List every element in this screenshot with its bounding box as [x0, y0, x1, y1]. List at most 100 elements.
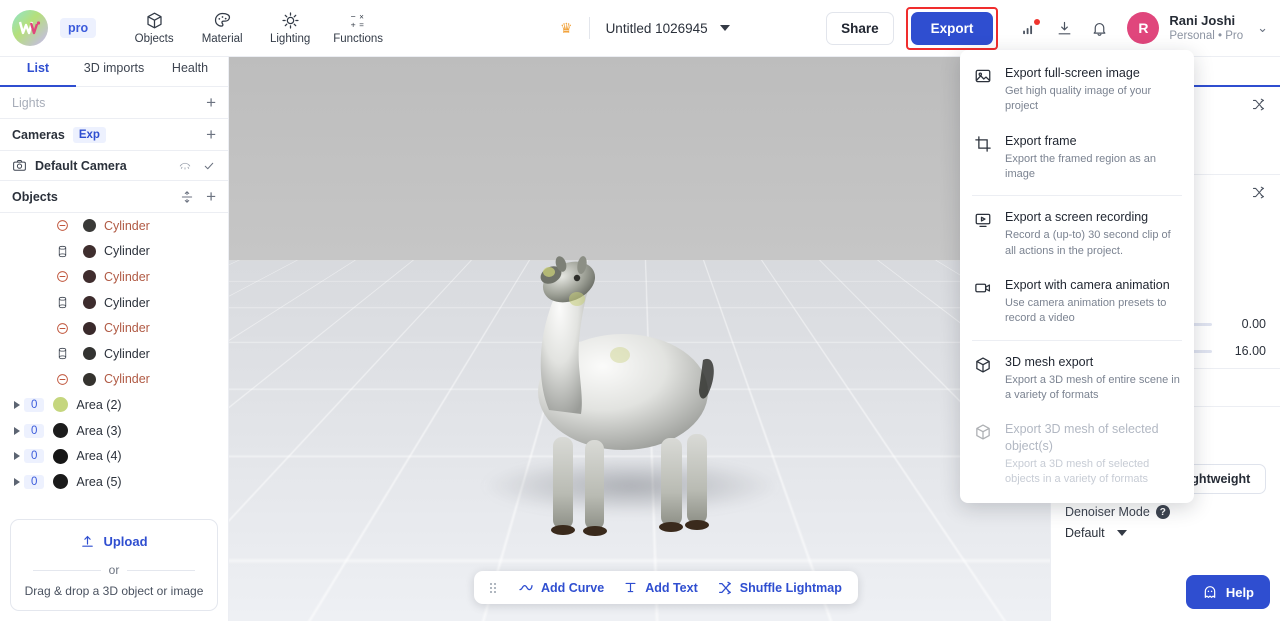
list-item[interactable]: Cylinder	[38, 341, 228, 367]
list-item[interactable]: 0 Area (4)	[0, 443, 228, 469]
eye-hidden-icon	[179, 162, 191, 170]
nav-lighting[interactable]: Lighting	[258, 7, 322, 49]
list-item[interactable]: Cylinder	[38, 315, 228, 341]
add-text-button[interactable]: Add Text	[623, 580, 698, 595]
collapse-all-icon	[181, 190, 193, 203]
add-curve-label: Add Curve	[541, 580, 605, 595]
list-item[interactable]: Cylinder	[38, 290, 228, 316]
app-logo-icon[interactable]	[12, 10, 48, 46]
share-button[interactable]: Share	[826, 11, 894, 45]
object-color-swatch	[83, 219, 96, 233]
default-camera-row[interactable]: Default Camera	[0, 151, 228, 181]
chevron-down-icon[interactable]	[1116, 530, 1127, 536]
area-count-badge: 0	[24, 397, 45, 412]
add-object-button[interactable]: +	[206, 188, 216, 205]
export-button[interactable]: Export	[910, 11, 994, 45]
crop-icon	[974, 133, 993, 183]
tab-list[interactable]: List	[0, 57, 76, 87]
cameras-label: Cameras	[12, 127, 65, 142]
shuffle-lightmap-button[interactable]: Shuffle Lightmap	[717, 580, 842, 596]
cylinder-icon	[50, 296, 74, 309]
expand-arrow-icon[interactable]	[14, 477, 20, 486]
expand-arrow-icon[interactable]	[14, 452, 20, 461]
palette-icon	[214, 12, 230, 27]
menu-item-export-full-screen-image[interactable]: Export full-screen image Get high qualit…	[960, 56, 1194, 124]
object-color-swatch	[83, 347, 96, 361]
export-highlight-box: Export	[905, 6, 999, 50]
slider-value: 16.00	[1234, 344, 1266, 358]
top-nav: Objects Material Lighting − × + = Functi…	[122, 7, 390, 49]
3d-viewport[interactable]: ‹ Add Curve Add Text	[229, 57, 1050, 621]
app-root: pro Objects Material Lighting − × + = Fu…	[0, 0, 1280, 621]
user-name: Rani Joshi	[1169, 12, 1236, 28]
divider	[588, 17, 590, 39]
or-label: or	[108, 563, 120, 577]
menu-item-desc: Export the framed region as an image	[1005, 152, 1157, 180]
object-color-swatch	[83, 296, 96, 310]
area-label: Area (3)	[76, 423, 122, 438]
nav-objects[interactable]: Objects	[122, 7, 186, 49]
user-menu-chevron-down-icon[interactable]: ⌄	[1257, 20, 1268, 36]
menu-item-title: Export 3D mesh of selected object(s)	[1005, 422, 1159, 454]
list-item[interactable]: Cylinder	[38, 239, 228, 265]
add-camera-button[interactable]: +	[206, 126, 216, 143]
tab-3d-imports[interactable]: 3D imports	[76, 57, 152, 86]
document-title[interactable]: Untitled 1026945	[606, 21, 708, 36]
warning-minus-icon	[50, 322, 74, 335]
help-button[interactable]: Help	[1185, 575, 1270, 609]
add-light-button[interactable]: +	[206, 94, 216, 111]
user-plan: Personal • Pro	[1169, 29, 1244, 42]
slider-value: 0.00	[1241, 317, 1266, 331]
nav-material[interactable]: Material	[190, 7, 254, 49]
default-camera-label: Default Camera	[35, 158, 127, 173]
menu-item-title: Export a screen recording	[1005, 210, 1149, 225]
cameras-exp-badge[interactable]: Exp	[72, 126, 106, 143]
3d-model-animal[interactable]	[465, 242, 745, 542]
list-item[interactable]: Cylinder	[38, 367, 228, 393]
functions-icon: − × + =	[350, 12, 364, 30]
menu-item-export-screen-recording[interactable]: Export a screen recording Record a (up-t…	[960, 200, 1194, 268]
area-count-badge: 0	[24, 474, 45, 489]
menu-item-title: Export frame	[1005, 133, 1077, 148]
screen-record-icon	[974, 209, 993, 259]
nav-objects-label: Objects	[134, 33, 174, 45]
menu-item-export-with-camera-animation[interactable]: Export with camera animation Use camera …	[960, 268, 1194, 336]
avatar[interactable]: R	[1127, 12, 1160, 44]
upload-dropzone[interactable]: Upload or Drag & drop a 3D object or ima…	[10, 519, 218, 611]
upload-icon	[82, 535, 94, 547]
tab-health[interactable]: Health	[152, 57, 228, 86]
text-icon	[625, 582, 636, 593]
object-color-swatch	[83, 321, 96, 335]
add-curve-button[interactable]: Add Curve	[518, 580, 604, 596]
menu-item-export-3d-mesh-selected: Export 3D mesh of selected object(s) Exp…	[960, 412, 1194, 497]
menu-item-desc: Export a 3D mesh of entire scene in a va…	[1005, 373, 1180, 401]
cube-icon	[974, 354, 993, 404]
list-item[interactable]: Cylinder	[38, 264, 228, 290]
list-item[interactable]: 0 Area (2)	[0, 392, 228, 418]
menu-item-title: 3D mesh export	[1005, 354, 1094, 369]
chevron-down-icon[interactable]	[719, 25, 730, 31]
list-item[interactable]: 0 Area (3)	[0, 418, 228, 444]
expand-arrow-icon[interactable]	[14, 426, 20, 435]
list-item[interactable]: Cylinder	[38, 213, 228, 239]
object-label: Cylinder	[104, 372, 150, 387]
bell-icon[interactable]	[1091, 20, 1108, 37]
menu-item-3d-mesh-export[interactable]: 3D mesh export Export a 3D mesh of entir…	[960, 345, 1194, 413]
upload-button[interactable]: Upload	[80, 534, 148, 549]
help-question-icon[interactable]: ?	[1155, 505, 1170, 519]
nav-functions[interactable]: − × + = Functions	[326, 7, 390, 49]
area-color-swatch	[53, 448, 69, 464]
logo-area: pro	[12, 10, 97, 46]
shuffle-icon	[1252, 98, 1265, 111]
download-icon[interactable]	[1056, 20, 1073, 37]
menu-item-desc: Get high quality image of your project	[1005, 84, 1152, 113]
list-item[interactable]: 0 Area (5)	[0, 469, 228, 495]
expand-arrow-icon[interactable]	[14, 400, 20, 409]
drag-handle-icon[interactable]	[490, 582, 496, 593]
shuffle-lightmap-label: Shuffle Lightmap	[739, 580, 842, 595]
notification-dot	[1034, 18, 1041, 25]
menu-item-export-frame[interactable]: Export frame Export the framed region as…	[960, 124, 1194, 192]
analytics-icon[interactable]	[1021, 18, 1041, 37]
denoiser-mode-select[interactable]: Default	[1065, 526, 1266, 540]
shuffle-icon	[1252, 186, 1265, 199]
